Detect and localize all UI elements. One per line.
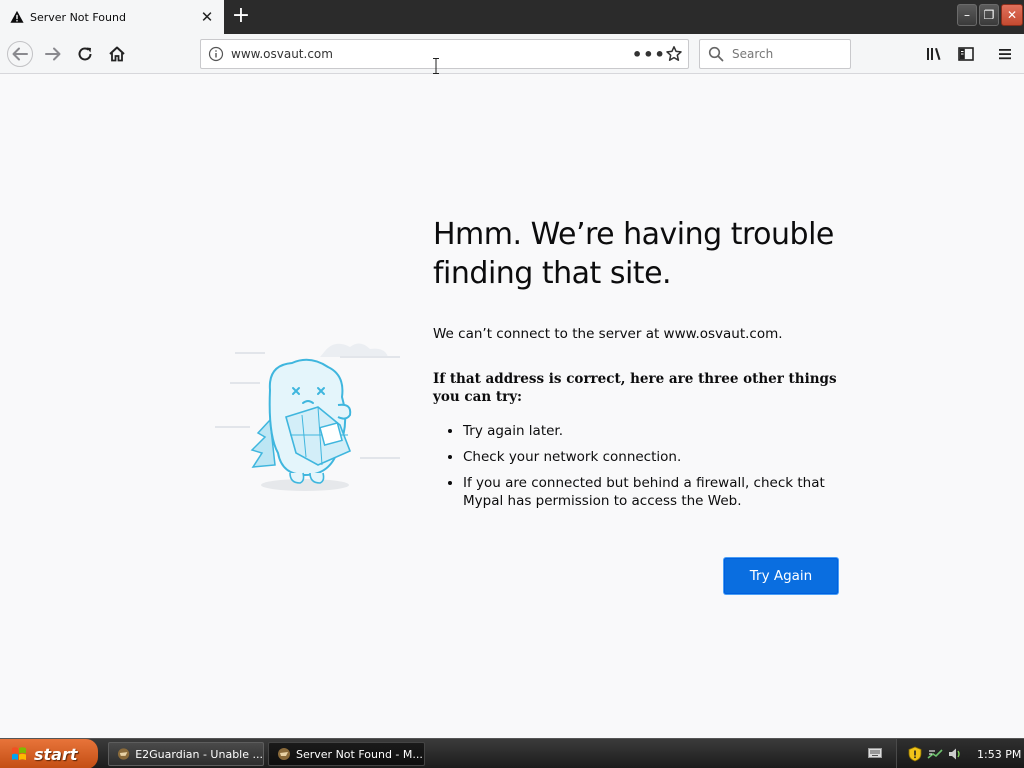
sidebar-icon <box>958 47 974 61</box>
page-actions-icon[interactable]: ••• <box>632 45 665 64</box>
suggestion-item: Check your network connection. <box>463 448 843 466</box>
task-label: E2Guardian - Unable ... <box>135 747 263 761</box>
error-message: Hmm. We’re having trouble finding that s… <box>433 215 843 518</box>
library-button[interactable] <box>920 40 948 68</box>
hamburger-menu-icon <box>999 49 1011 60</box>
url-bar[interactable]: www.osvaut.com ••• <box>200 39 689 69</box>
back-button[interactable] <box>6 40 34 68</box>
network-icon[interactable] <box>927 746 943 762</box>
windows-logo-icon <box>12 747 26 760</box>
tab-strip: Server Not Found ✕ + – ❐ ✕ <box>0 0 1024 34</box>
minimize-button[interactable]: – <box>957 4 977 26</box>
navigation-toolbar: www.osvaut.com ••• <box>0 34 1024 74</box>
error-heading: Hmm. We’re having trouble finding that s… <box>433 217 834 291</box>
security-shield-icon[interactable] <box>907 746 923 762</box>
task-label: Server Not Found - M... <box>296 747 423 761</box>
warning-icon <box>10 10 24 23</box>
keyboard-icon[interactable] <box>868 747 882 759</box>
clock: 1:53 PM <box>977 747 1022 761</box>
taskbar-item-server-not-found[interactable]: Server Not Found - M... <box>268 742 425 766</box>
start-button[interactable]: start <box>0 739 98 768</box>
suggestions-list: Try again later. Check your network conn… <box>463 422 843 510</box>
search-bar[interactable] <box>699 39 851 69</box>
text-cursor-icon <box>433 58 439 74</box>
sidebar-toggle-button[interactable] <box>952 40 980 68</box>
library-icon <box>927 48 941 60</box>
search-icon <box>708 46 724 62</box>
restore-button[interactable]: ❐ <box>979 4 999 26</box>
window-close-button[interactable]: ✕ <box>1001 4 1023 26</box>
try-again-button[interactable]: Try Again <box>724 558 838 594</box>
url-text[interactable]: www.osvaut.com <box>231 47 632 61</box>
back-arrow-icon <box>7 41 33 67</box>
search-input[interactable] <box>732 47 842 61</box>
error-page: Hmm. We’re having trouble finding that s… <box>0 75 1024 738</box>
system-tray: 1:53 PM <box>896 739 1024 768</box>
volume-icon[interactable] <box>947 746 963 762</box>
taskbar: start E2Guardian - Unable ... Server Not… <box>0 738 1024 768</box>
tab-server-not-found[interactable]: Server Not Found ✕ <box>0 0 224 34</box>
home-icon <box>109 46 125 62</box>
suggestion-item: If you are connected but behind a firewa… <box>463 474 843 510</box>
new-tab-button[interactable]: + <box>228 4 254 30</box>
browser-app-icon <box>278 748 290 760</box>
reload-icon <box>78 47 92 61</box>
menu-button[interactable] <box>991 40 1019 68</box>
home-button[interactable] <box>103 40 131 68</box>
browser-app-icon <box>117 748 130 760</box>
tab-title: Server Not Found <box>30 10 126 24</box>
start-label: start <box>34 744 78 764</box>
reload-button[interactable] <box>71 40 99 68</box>
tab-close-icon[interactable]: ✕ <box>198 8 216 26</box>
confused-monster-illustration <box>215 343 400 491</box>
forward-button[interactable] <box>39 40 67 68</box>
suggestion-item: Try again later. <box>463 422 843 440</box>
suggestions-heading: If that address is correct, here are thr… <box>433 371 837 405</box>
taskbar-item-e2guardian[interactable]: E2Guardian - Unable ... <box>108 742 264 766</box>
forward-arrow-icon <box>45 47 61 61</box>
bookmark-star-icon[interactable] <box>660 45 688 63</box>
site-info-icon[interactable] <box>201 46 231 62</box>
error-description: We can’t connect to the server at www.os… <box>433 326 783 342</box>
window-controls: – ❐ ✕ <box>955 4 1023 28</box>
